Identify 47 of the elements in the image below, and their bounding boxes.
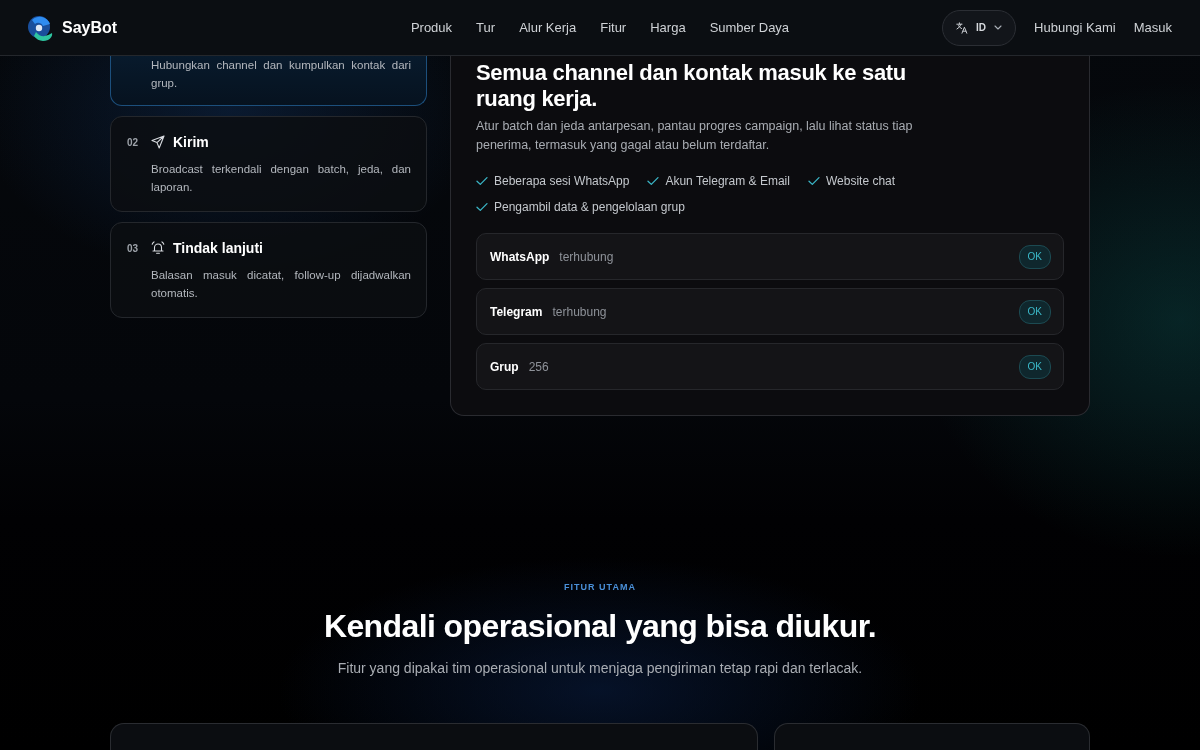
section-subtitle: Fitur yang dipakai tim operasional untuk menjaga pengiriman tetap rapi dan terlacak. <box>337 659 863 678</box>
step-card[interactable]: 03 Tindak lanjuti Balasan masuk dicatat, follow-up dijadwalkan otomatis. <box>110 222 427 318</box>
nav-link[interactable]: Tur <box>476 20 496 35</box>
panel-description: Atur batch dan jeda antarpesan, pantau progres campaign, lalu lihat status tiap penerima, termasuk yang gagal atau belum terdaftar. <box>476 118 914 154</box>
channel-name: Grup <box>490 359 519 374</box>
status-badge: OK <box>1018 244 1051 269</box>
feature-label: Beberapa sesi WhatsApp <box>494 174 630 188</box>
step-number: 02 <box>127 136 140 148</box>
step-title: Kirim <box>173 134 209 150</box>
feature-label: Pengambil data & pengelolaan grup <box>494 200 685 214</box>
logo-icon <box>26 13 54 42</box>
section-title: Kendali operasional yang bisa diukur. <box>323 607 877 646</box>
step-description: Broadcast terkendali dengan batch, jeda, dan laporan. <box>151 162 411 195</box>
check-icon <box>647 176 660 186</box>
bell-icon <box>151 241 165 255</box>
panel-title: Semua channel dan kontak masuk ke satu ruang kerja. <box>476 60 907 112</box>
check-icon <box>476 202 488 212</box>
channel-status: terhubung <box>552 304 607 319</box>
status-badge: OK <box>1018 299 1051 324</box>
channel-status: terhubung <box>559 249 614 264</box>
step-description: Hubungkan channel dan kumpulkan kontak dari grup. <box>151 58 411 91</box>
nav-link[interactable]: Fitur <box>600 20 627 35</box>
status-badge: OK <box>1018 354 1051 379</box>
translate-icon <box>956 21 969 34</box>
feature-label: Website chat <box>825 174 896 188</box>
home-link[interactable]: SayBot <box>26 13 118 42</box>
nav-link[interactable]: Produk <box>410 20 453 35</box>
step-description: Balasan masuk dicatat, follow-up dijadwalkan otomatis. <box>151 268 411 301</box>
paper-plane-icon <box>151 135 165 149</box>
step-number: 03 <box>127 242 140 254</box>
language-selector[interactable]: ID <box>942 9 1017 46</box>
chevron-down-icon <box>994 25 1003 30</box>
header-link[interactable]: Masuk <box>1133 20 1172 35</box>
section-eyebrow: FITUR UTAMA <box>564 581 636 594</box>
step-title: Tindak lanjuti <box>173 240 263 256</box>
nav-link[interactable]: Sumber Daya <box>709 20 790 35</box>
step-card[interactable]: Hubungkan channel dan kumpulkan kontak dari grup. <box>110 56 427 106</box>
channel-name: WhatsApp <box>490 249 550 264</box>
feature-label: Akun Telegram & Email <box>665 174 790 188</box>
check-icon <box>476 176 488 186</box>
header-link[interactable]: Hubungi Kami <box>1034 20 1116 35</box>
check-icon <box>807 176 820 186</box>
channel-status: 256 <box>528 359 549 374</box>
channel-name: Telegram <box>490 304 543 319</box>
step-card[interactable]: 02 Kirim Broadcast terkendali dengan batch, jeda, dan laporan. <box>110 116 427 212</box>
nav-link[interactable]: Harga <box>650 20 686 35</box>
nav-link[interactable]: Alur Kerja <box>519 20 577 35</box>
